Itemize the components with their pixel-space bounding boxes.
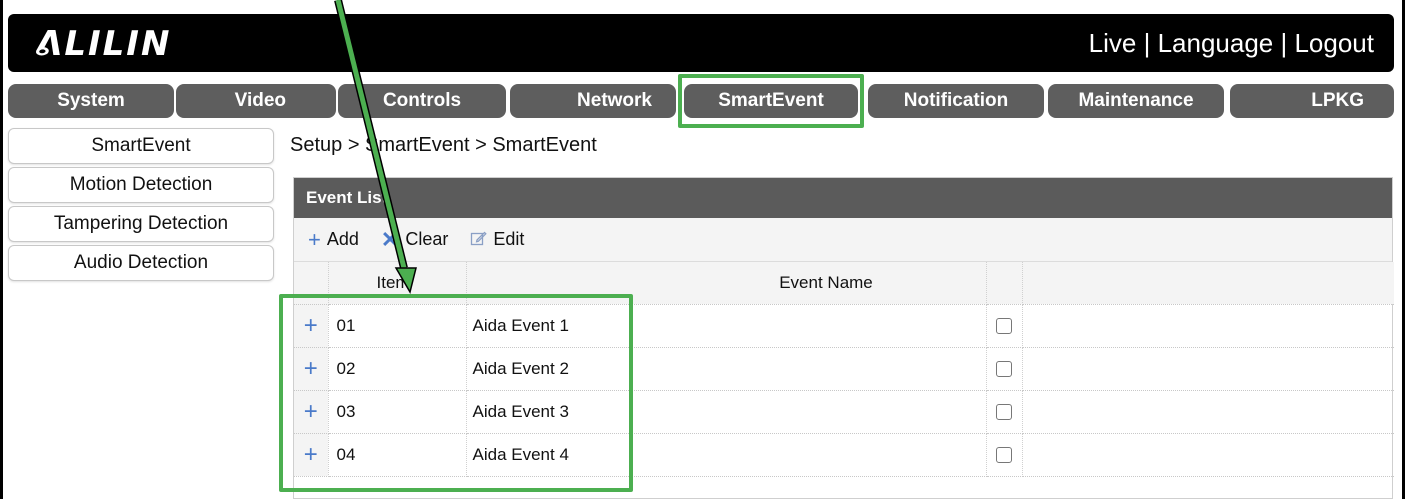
row-event-name: Aida Event 2	[466, 347, 987, 391]
row-event-name: Aida Event 3	[466, 390, 987, 434]
row-event-name: Aida Event 1	[466, 304, 987, 348]
expand-row-icon[interactable]: +	[294, 304, 329, 348]
clear-button[interactable]: ✕ Clear	[381, 227, 448, 253]
table-row[interactable]: + 03 Aida Event 3	[294, 390, 1394, 434]
tab-network[interactable]: Network	[510, 84, 676, 118]
checkbox-cell	[986, 390, 1023, 434]
row-item: 03	[328, 390, 467, 434]
row-item: 01	[328, 304, 467, 348]
event-name-column-header[interactable]: Event Name	[466, 262, 987, 305]
tab-smartevent[interactable]: SmartEvent	[684, 84, 858, 118]
tab-label: Maintenance	[1078, 90, 1194, 111]
filler-header	[1022, 262, 1394, 305]
tab-label: Video	[234, 90, 286, 111]
live-link[interactable]: Live	[1089, 28, 1137, 58]
row-item: 04	[328, 433, 467, 477]
main-nav: System Video Controls Network SmartEvent…	[8, 84, 1394, 118]
checkbox-cell	[986, 304, 1023, 348]
tab-label: LPKG	[1311, 90, 1364, 111]
x-icon: ✕	[380, 226, 400, 252]
row-checkbox[interactable]	[996, 318, 1012, 335]
filler-cell	[1022, 390, 1394, 434]
row-checkbox[interactable]	[996, 361, 1012, 378]
expand-row-icon[interactable]: +	[294, 433, 329, 477]
edit-button[interactable]: Edit	[470, 227, 524, 253]
table-row[interactable]: + 04 Aida Event 4	[294, 433, 1394, 477]
language-link[interactable]: Language	[1158, 28, 1274, 58]
item-column-header[interactable]: Item	[328, 262, 467, 305]
edit-label: Edit	[493, 229, 525, 249]
sidebar-item-audio-detection[interactable]: Audio Detection	[8, 245, 274, 281]
top-links: Live | Language | Logout	[1089, 28, 1374, 59]
row-item: 02	[328, 347, 467, 391]
row-checkbox[interactable]	[996, 404, 1012, 421]
tab-lpkg[interactable]: LPKG	[1230, 84, 1394, 118]
tab-notification[interactable]: Notification	[868, 84, 1044, 118]
sidebar-item-motion-detection[interactable]: Motion Detection	[8, 167, 274, 203]
tab-label: Network	[577, 90, 652, 111]
tab-label: System	[57, 90, 125, 111]
tab-system[interactable]: System	[8, 84, 174, 118]
add-label: Add	[326, 229, 359, 249]
table-row[interactable]: + 02 Aida Event 2	[294, 347, 1394, 391]
checkbox-cell	[986, 433, 1023, 477]
expander-header	[294, 262, 329, 305]
tab-label: Controls	[382, 90, 462, 111]
tab-video[interactable]: Video	[176, 84, 336, 118]
clear-label: Clear	[405, 229, 449, 249]
table-header-row: Item Event Name	[294, 262, 1394, 305]
side-menu: SmartEvent Motion Detection Tampering De…	[8, 128, 274, 284]
separator: |	[1136, 28, 1158, 58]
breadcrumb: Setup > SmartEvent > SmartEvent	[290, 134, 597, 156]
event-list-panel: Event List + Add ✕ Clear Edit Item Event…	[293, 177, 1394, 499]
add-button[interactable]: + Add	[308, 227, 359, 253]
filler-cell	[1022, 433, 1394, 477]
table-row[interactable]: + 01 Aida Event 1	[294, 304, 1394, 348]
tab-label: Notification	[903, 90, 1009, 111]
panel-title: Event List	[294, 178, 1392, 218]
tab-controls[interactable]: Controls	[338, 84, 506, 118]
filler-cell	[1022, 347, 1394, 391]
separator: |	[1273, 28, 1295, 58]
event-table: Item Event Name + 01 Aida Event 1 + 02 A…	[294, 262, 1394, 477]
row-event-name: Aida Event 4	[466, 433, 987, 477]
sidebar-item-smartevent[interactable]: SmartEvent	[8, 128, 274, 164]
top-header: ᕕLILIN Live | Language | Logout	[8, 14, 1394, 72]
tab-label: SmartEvent	[718, 90, 824, 111]
check-column-header	[986, 262, 1023, 305]
row-checkbox[interactable]	[996, 447, 1012, 464]
sidebar-item-tampering-detection[interactable]: Tampering Detection	[8, 206, 274, 242]
event-toolbar: + Add ✕ Clear Edit	[294, 218, 1392, 262]
edit-icon	[470, 227, 488, 253]
expand-row-icon[interactable]: +	[294, 347, 329, 391]
expand-row-icon[interactable]: +	[294, 390, 329, 434]
logout-link[interactable]: Logout	[1294, 28, 1374, 58]
filler-cell	[1022, 304, 1394, 348]
lilin-logo: ᕕLILIN	[36, 24, 172, 64]
checkbox-cell	[986, 347, 1023, 391]
plus-icon: +	[308, 226, 321, 252]
tab-maintenance[interactable]: Maintenance	[1048, 84, 1224, 118]
